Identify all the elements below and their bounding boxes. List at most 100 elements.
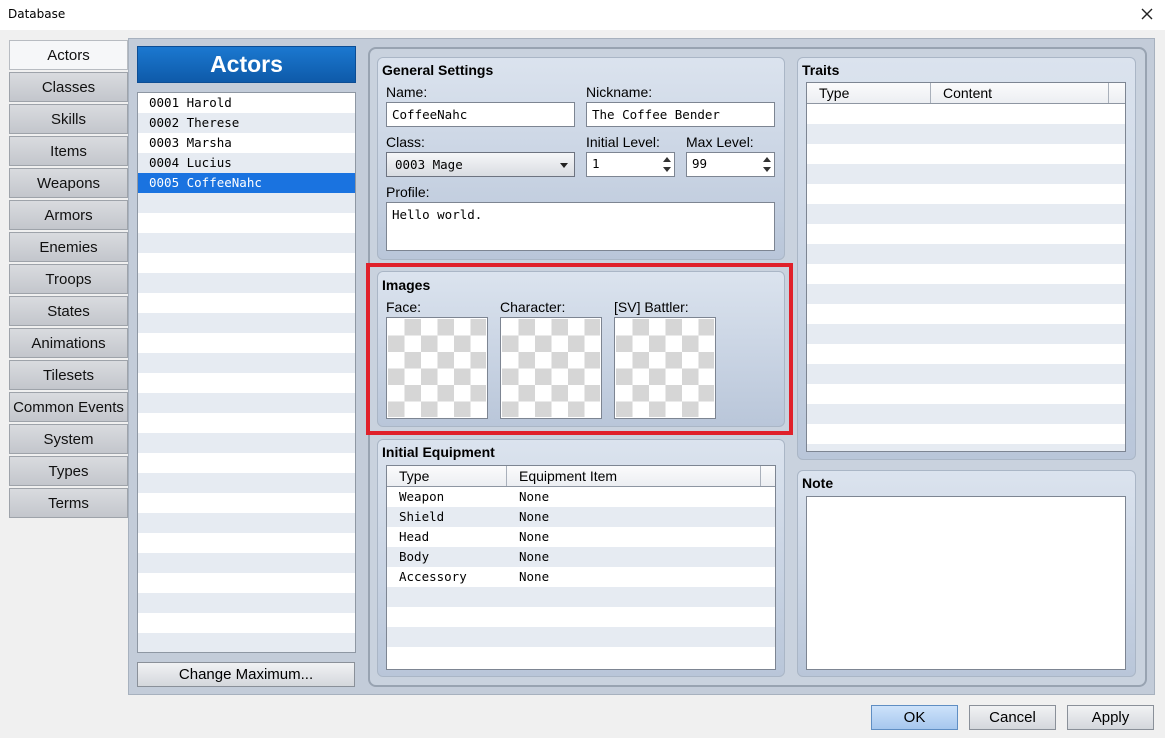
- empty-table-row[interactable]: [807, 304, 1125, 324]
- list-item[interactable]: 0003 Marsha: [138, 133, 355, 153]
- note-title: Note: [802, 475, 834, 491]
- tab-classes[interactable]: Classes: [9, 72, 128, 102]
- empty-list-row[interactable]: [138, 473, 355, 493]
- ok-button[interactable]: OK: [871, 705, 958, 730]
- initial-level-stepper[interactable]: 1: [586, 152, 675, 177]
- tab-states[interactable]: States: [9, 296, 128, 326]
- empty-table-row[interactable]: [807, 324, 1125, 344]
- tab-types[interactable]: Types: [9, 456, 128, 486]
- face-image-picker[interactable]: [386, 317, 488, 419]
- empty-table-row[interactable]: [807, 204, 1125, 224]
- empty-list-row[interactable]: [138, 593, 355, 613]
- empty-table-row[interactable]: [807, 424, 1125, 444]
- profile-field[interactable]: Hello world.: [386, 202, 775, 251]
- character-image-picker[interactable]: [500, 317, 602, 419]
- tab-system[interactable]: System: [9, 424, 128, 454]
- table-row[interactable]: Weapon None: [387, 487, 775, 507]
- empty-table-row[interactable]: [807, 264, 1125, 284]
- empty-list-row[interactable]: [138, 253, 355, 273]
- empty-table-row[interactable]: [807, 364, 1125, 384]
- empty-table-row[interactable]: [807, 244, 1125, 264]
- traits-table[interactable]: Type Content: [806, 82, 1126, 452]
- class-select[interactable]: 0003 Mage: [386, 152, 575, 177]
- empty-list-row[interactable]: [138, 373, 355, 393]
- max-level-stepper[interactable]: 99: [686, 152, 775, 177]
- empty-table-row[interactable]: [807, 164, 1125, 184]
- max-level-label: Max Level:: [686, 134, 754, 150]
- empty-table-row[interactable]: [807, 184, 1125, 204]
- battler-label: [SV] Battler:: [614, 299, 689, 315]
- tab-weapons[interactable]: Weapons: [9, 168, 128, 198]
- apply-button[interactable]: Apply: [1067, 705, 1154, 730]
- tab-enemies[interactable]: Enemies: [9, 232, 128, 262]
- table-row[interactable]: Head None: [387, 527, 775, 547]
- empty-list-row[interactable]: [138, 273, 355, 293]
- empty-table-row[interactable]: [387, 607, 775, 627]
- empty-table-row[interactable]: [387, 647, 775, 667]
- empty-table-row[interactable]: [807, 344, 1125, 364]
- list-item[interactable]: 0004 Lucius: [138, 153, 355, 173]
- empty-list-row[interactable]: [138, 433, 355, 453]
- empty-list-row[interactable]: [138, 453, 355, 473]
- name-label: Name:: [386, 84, 428, 100]
- equipment-col-type[interactable]: Type: [387, 466, 507, 486]
- close-icon[interactable]: [1137, 3, 1157, 25]
- empty-list-row[interactable]: [138, 193, 355, 213]
- note-field[interactable]: [806, 496, 1126, 670]
- traits-table-header: Type Content: [807, 83, 1125, 104]
- table-row[interactable]: Shield None: [387, 507, 775, 527]
- empty-list-row[interactable]: [138, 353, 355, 373]
- empty-table-row[interactable]: [807, 444, 1125, 451]
- change-maximum-button[interactable]: Change Maximum...: [137, 662, 355, 687]
- equipment-col-item[interactable]: Equipment Item: [507, 466, 761, 486]
- empty-list-row[interactable]: [138, 493, 355, 513]
- empty-table-row[interactable]: [807, 104, 1125, 124]
- list-item[interactable]: 0002 Therese: [138, 113, 355, 133]
- empty-list-row[interactable]: [138, 293, 355, 313]
- traits-col-content[interactable]: Content: [931, 83, 1109, 103]
- empty-table-row[interactable]: [807, 284, 1125, 304]
- empty-list-row[interactable]: [138, 213, 355, 233]
- empty-table-row[interactable]: [807, 384, 1125, 404]
- tab-common-events[interactable]: Common Events: [9, 392, 128, 422]
- empty-list-row[interactable]: [138, 313, 355, 333]
- tab-animations[interactable]: Animations: [9, 328, 128, 358]
- tab-tilesets[interactable]: Tilesets: [9, 360, 128, 390]
- list-item[interactable]: 0005 CoffeeNahc: [138, 173, 355, 193]
- tab-armors[interactable]: Armors: [9, 200, 128, 230]
- spin-arrows-icon[interactable]: [762, 155, 772, 175]
- empty-list-row[interactable]: [138, 233, 355, 253]
- actor-list[interactable]: 0001 Harold 0002 Therese 0003 Marsha 0004 L…: [137, 92, 356, 653]
- tab-skills[interactable]: Skills: [9, 104, 128, 134]
- empty-list-row[interactable]: [138, 333, 355, 353]
- empty-list-row[interactable]: [138, 573, 355, 593]
- empty-list-row[interactable]: [138, 393, 355, 413]
- empty-table-row[interactable]: [807, 144, 1125, 164]
- spin-arrows-icon[interactable]: [662, 155, 672, 175]
- empty-list-row[interactable]: [138, 553, 355, 573]
- empty-list-row[interactable]: [138, 413, 355, 433]
- empty-table-row[interactable]: [387, 587, 775, 607]
- list-item[interactable]: 0001 Harold: [138, 93, 355, 113]
- empty-list-row[interactable]: [138, 633, 355, 652]
- empty-table-row[interactable]: [807, 224, 1125, 244]
- empty-list-row[interactable]: [138, 533, 355, 553]
- empty-list-row[interactable]: [138, 513, 355, 533]
- empty-list-row[interactable]: [138, 613, 355, 633]
- tab-items[interactable]: Items: [9, 136, 128, 166]
- empty-table-row[interactable]: [387, 627, 775, 647]
- traits-col-type[interactable]: Type: [807, 83, 931, 103]
- tab-troops[interactable]: Troops: [9, 264, 128, 294]
- battler-image-picker[interactable]: [614, 317, 716, 419]
- table-row[interactable]: Accessory None: [387, 567, 775, 587]
- tab-terms[interactable]: Terms: [9, 488, 128, 518]
- empty-table-row[interactable]: [807, 404, 1125, 424]
- name-field[interactable]: CoffeeNahc: [386, 102, 575, 127]
- tab-actors[interactable]: Actors: [9, 40, 128, 70]
- equipment-table[interactable]: Type Equipment Item Weapon None Shield None…: [386, 465, 776, 670]
- table-row[interactable]: Body None: [387, 547, 775, 567]
- cancel-button[interactable]: Cancel: [969, 705, 1056, 730]
- max-level-value: 99: [692, 156, 708, 171]
- nickname-field[interactable]: The Coffee Bender: [586, 102, 775, 127]
- empty-table-row[interactable]: [807, 124, 1125, 144]
